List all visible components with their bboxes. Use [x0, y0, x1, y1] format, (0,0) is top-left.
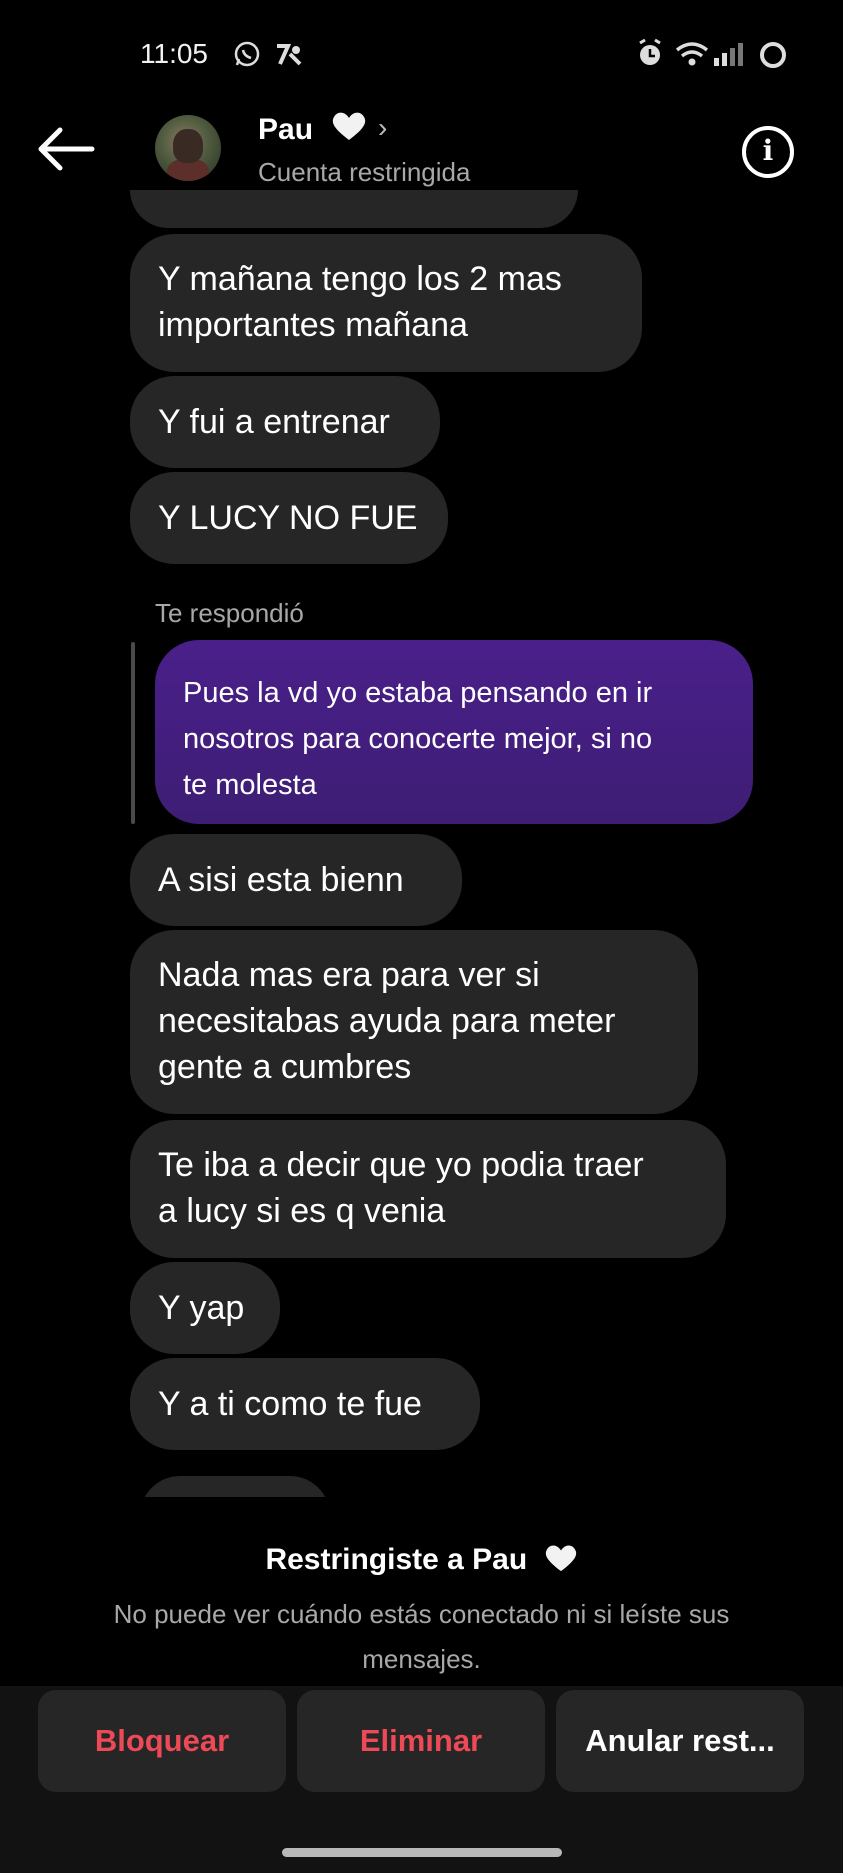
message-line: necesitabas ayuda para meter	[158, 1002, 616, 1040]
reply-line: nosotros para conocerte mejor, si no	[183, 723, 653, 755]
message-bubble: Y LUCY NO FUE	[130, 472, 448, 564]
message-line: Te iba a decir que yo podia traer	[158, 1146, 644, 1184]
signal-icon	[714, 43, 743, 66]
message-line: gente a cumbres	[158, 1048, 412, 1086]
alarm-icon	[639, 38, 661, 65]
message-bubble: A sisi esta bienn	[130, 834, 462, 926]
home-indicator[interactable]	[282, 1848, 562, 1857]
whatsapp-icon	[234, 41, 260, 67]
message-line: a lucy si es q venia	[158, 1192, 446, 1230]
message-line: Nada mas era para ver si	[158, 956, 540, 994]
unrestrict-button[interactable]: Anular rest...	[556, 1690, 804, 1792]
message-line: importantes mañana	[158, 306, 468, 344]
restriction-title-text: Restringiste a Pau	[265, 1543, 528, 1576]
restriction-title: Restringiste a Pau	[0, 1543, 843, 1577]
tiktok-style-notification-icon	[277, 44, 302, 66]
reply-quote-bar	[131, 642, 135, 824]
reply-line: Pues la vd yo estaba pensando en ir	[183, 677, 653, 709]
message-line: Y a ti como te fue	[158, 1385, 422, 1423]
wifi-icon	[675, 42, 709, 66]
message-line: Y yap	[158, 1289, 245, 1327]
avatar[interactable]	[155, 115, 221, 181]
message-line: A sisi esta bienn	[158, 861, 404, 899]
block-button[interactable]: Bloquear	[38, 1690, 286, 1792]
message-line: Y LUCY NO FUE	[158, 499, 418, 537]
message-line: Y mañana tengo los 2 mas	[158, 260, 562, 298]
message-bubble: Te iba a decir que yo podia traer a lucy…	[130, 1120, 726, 1258]
account-status: Cuenta restringida	[258, 157, 471, 187]
message-bubble: Y mañana tengo los 2 mas importantes mañ…	[130, 234, 642, 372]
white-heart-icon	[333, 112, 366, 140]
chevron-right-icon[interactable]: ›	[378, 112, 387, 144]
contact-name[interactable]: Pau	[258, 110, 367, 147]
message-bubble: Y a ti como te fue	[130, 1358, 480, 1450]
reply-line: te molesta	[183, 769, 317, 801]
message-line: Y fui a entrenar	[158, 403, 390, 441]
partial-message-bubble	[130, 190, 578, 228]
battery-saver-icon	[760, 42, 786, 68]
contact-name-text: Pau	[258, 113, 314, 146]
white-heart-icon	[545, 1545, 576, 1572]
info-icon[interactable]: i	[742, 126, 794, 178]
back-arrow-icon[interactable]	[36, 124, 96, 174]
restriction-description: No puede ver cuándo estás conectado ni s…	[113, 1599, 730, 1674]
message-bubble: Y yap	[130, 1262, 280, 1354]
reply-label: Te respondió	[155, 598, 304, 628]
replied-message-bubble[interactable]: Pues la vd yo estaba pensando en ir noso…	[155, 640, 753, 824]
message-bubble: Y fui a entrenar	[130, 376, 440, 468]
status-time: 11:05	[140, 38, 208, 69]
delete-button[interactable]: Eliminar	[297, 1690, 545, 1792]
message-bubble: Nada mas era para ver si necesitabas ayu…	[130, 930, 698, 1114]
